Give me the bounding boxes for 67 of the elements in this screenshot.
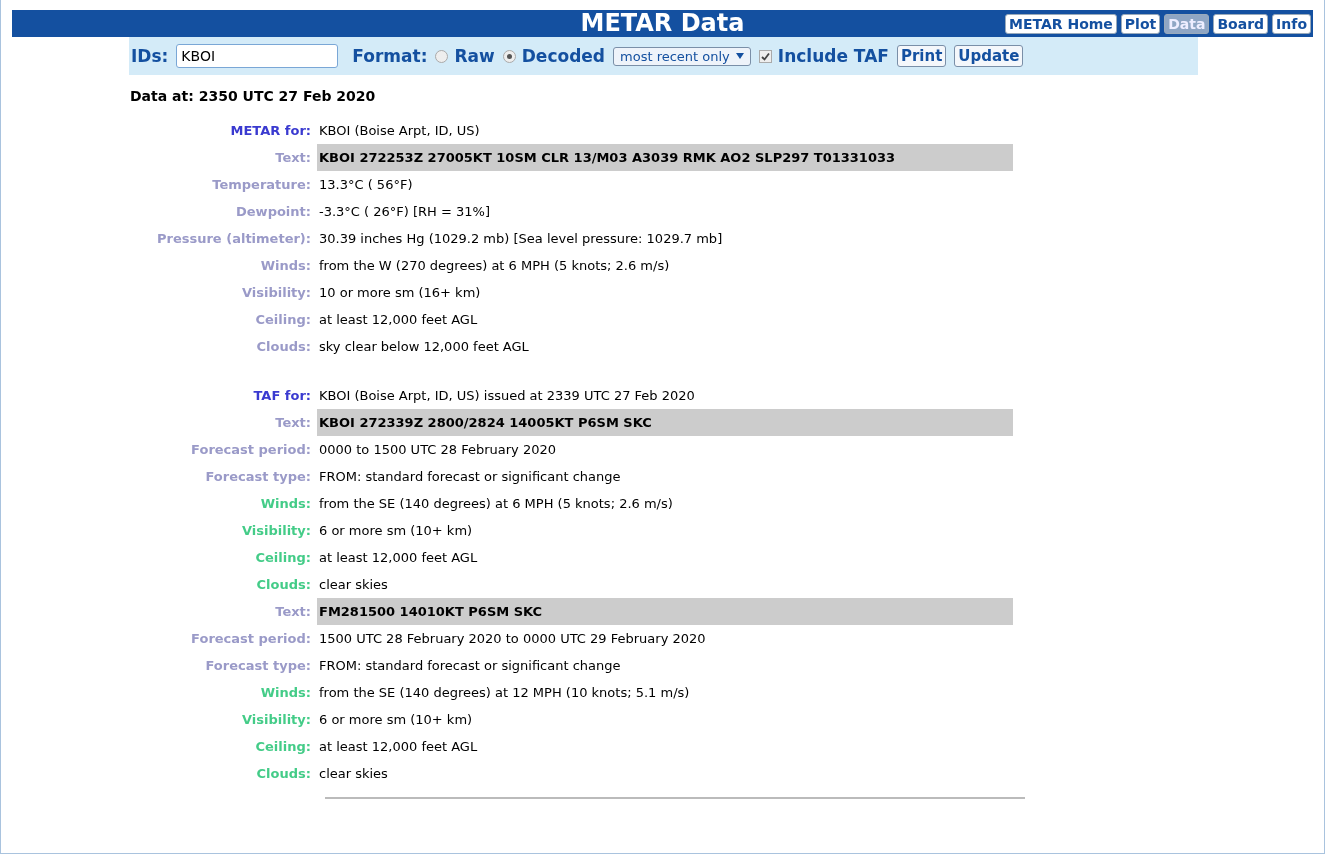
nav-button[interactable]: Board — [1213, 13, 1269, 34]
field-label: Forecast period: — [190, 440, 311, 459]
radio-label: Raw — [454, 46, 495, 66]
field-label: Forecast type: — [204, 467, 311, 486]
field-label: Ceiling: — [254, 737, 311, 756]
field-value: 30.39 inches Hg (1029.2 mb) [Sea level pressure: 1029.7 mb] — [318, 230, 724, 248]
field-value: at least 12,000 feet AGL — [318, 549, 479, 567]
range-dropdown[interactable]: most recent only — [613, 46, 751, 66]
field-label: Clouds: — [255, 764, 311, 783]
field-value: KBOI (Boise Arpt, ID, US) — [318, 122, 481, 140]
field-value: at least 12,000 feet AGL — [318, 738, 479, 756]
field-label: Visibility: — [240, 710, 311, 729]
field-label: Temperature: — [211, 175, 311, 194]
field-value: clear skies — [318, 576, 389, 594]
form-button[interactable]: Update — [954, 45, 1024, 67]
field-label: METAR for: — [229, 121, 311, 140]
field-value: 6 or more sm (10+ km) — [318, 711, 474, 729]
field-value: 10 or more sm (16+ km) — [318, 284, 482, 302]
raw-report-text: FM281500 14010KT P6SM SKC — [317, 598, 1013, 625]
field-value: 0000 to 1500 UTC 28 February 2020 — [318, 441, 557, 459]
ids-field[interactable]: KBOI — [176, 44, 339, 68]
field-value: 13.3°C ( 56°F) — [318, 176, 414, 194]
raw-report-text: KBOI 272253Z 27005KT 10SM CLR 13/M03 A3039 RMK AO2 SLP297 T01331033 — [317, 144, 1013, 171]
field-label: Visibility: — [240, 283, 311, 302]
nav-button[interactable]: METAR Home — [1004, 13, 1117, 34]
radio-label: Decoded — [521, 46, 605, 66]
field-value: sky clear below 12,000 feet AGL — [318, 338, 530, 356]
radio-button[interactable] — [502, 49, 516, 63]
field-value: FROM: standard forecast or significant change — [318, 468, 622, 486]
caret-icon — [735, 53, 744, 59]
raw-report-text: KBOI 272339Z 2800/2824 14005KT P6SM SKC — [317, 409, 1013, 436]
data-timestamp: Data at: 2350 UTC 27 Feb 2020 — [130, 88, 377, 104]
field-value: from the SE (140 degrees) at 12 MPH (10 knots; 5.1 m/s) — [318, 684, 691, 702]
page-title: METAR Data — [580, 10, 745, 37]
field-label: Text: — [274, 148, 311, 167]
field-label: Visibility: — [240, 521, 311, 540]
field-value: 6 or more sm (10+ km) — [318, 522, 474, 540]
field-label: Text: — [274, 413, 311, 432]
field-label: Winds: — [259, 494, 311, 513]
checkbox-label: Include TAF — [777, 46, 889, 66]
field-value: KBOI (Boise Arpt, ID, US) issued at 2339 UTC 27 Feb 2020 — [318, 387, 696, 405]
field-label: Winds: — [259, 683, 311, 702]
field-value: at least 12,000 feet AGL — [318, 311, 479, 329]
format-label: Format: — [352, 46, 428, 66]
taf-checkbox[interactable] — [758, 49, 772, 63]
field-value: FROM: standard forecast or significant change — [318, 657, 622, 675]
field-label: Text: — [274, 602, 311, 621]
field-label: Clouds: — [255, 575, 311, 594]
field-label: Dewpoint: — [235, 202, 311, 221]
nav-button[interactable]: Info — [1272, 13, 1311, 34]
field-label: Forecast period: — [190, 629, 311, 648]
field-label: Ceiling: — [254, 548, 311, 567]
ids-label: IDs: — [131, 46, 169, 66]
field-value: from the SE (140 degrees) at 6 MPH (5 knots; 2.6 m/s) — [318, 495, 674, 513]
field-value: 1500 UTC 28 February 2020 to 0000 UTC 29 February 2020 — [318, 630, 707, 648]
field-label: Winds: — [259, 256, 311, 275]
field-value: from the W (270 degrees) at 6 MPH (5 knots; 2.6 m/s) — [318, 257, 671, 275]
field-label: Ceiling: — [254, 310, 311, 329]
field-label: TAF for: — [252, 386, 311, 405]
radio-button[interactable] — [435, 49, 449, 63]
field-label: Pressure (altimeter): — [155, 229, 311, 248]
field-value: clear skies — [318, 765, 389, 783]
nav-button[interactable]: Plot — [1120, 13, 1161, 34]
field-value: -3.3°C ( 26°F) [RH = 31%] — [318, 203, 491, 221]
field-label: Clouds: — [255, 337, 311, 356]
form-button[interactable]: Print — [896, 45, 947, 67]
field-label: Forecast type: — [204, 656, 311, 675]
